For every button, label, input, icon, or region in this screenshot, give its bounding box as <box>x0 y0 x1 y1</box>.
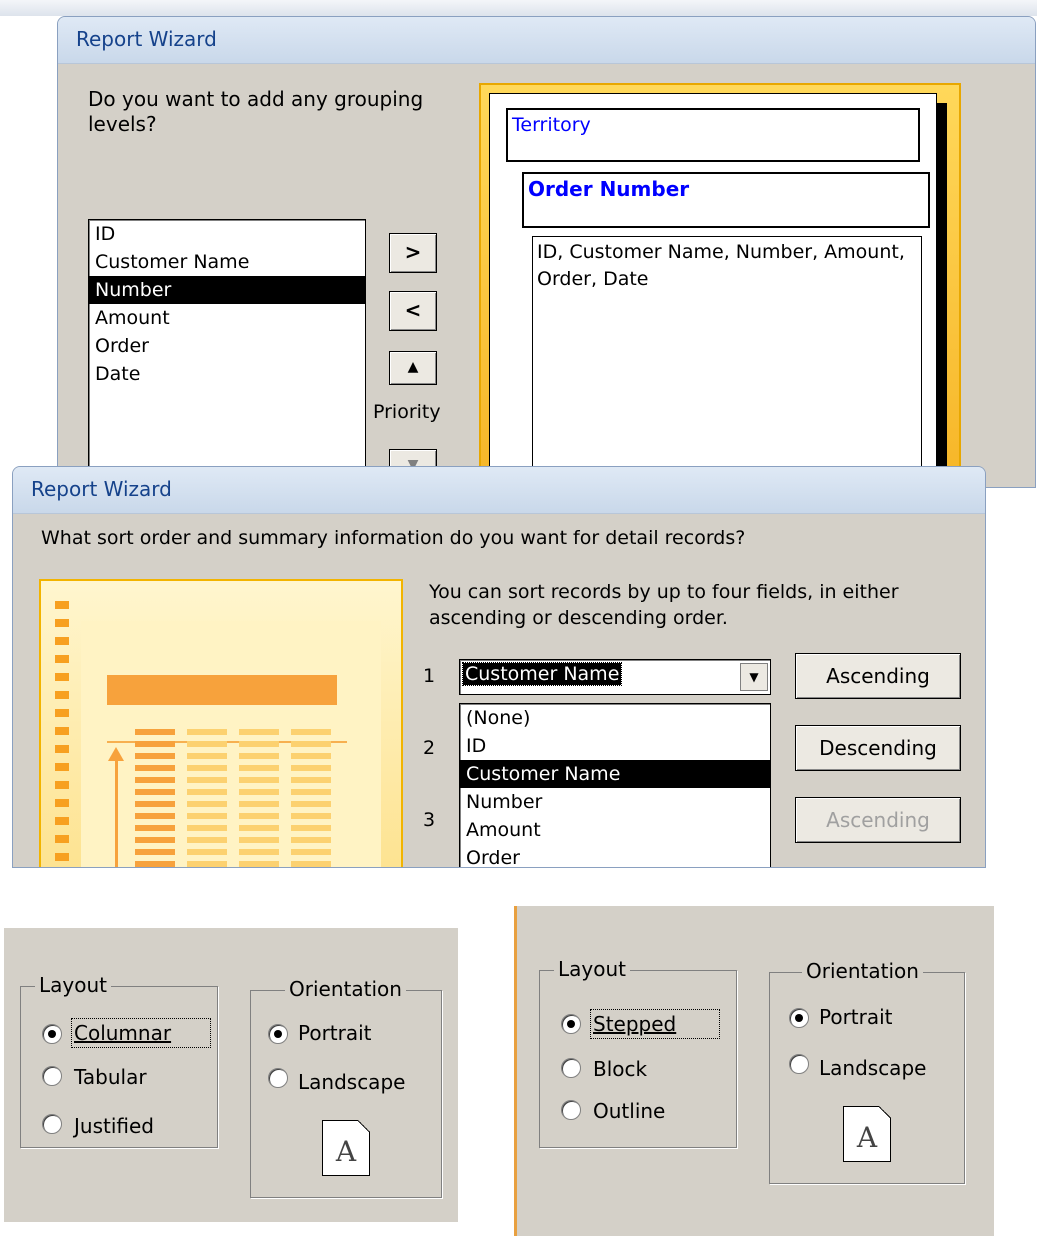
portrait-radio[interactable] <box>268 1024 288 1044</box>
portrait-label[interactable]: Portrait <box>298 1021 372 1045</box>
dropdown-option[interactable]: (None) <box>460 704 770 732</box>
block-label[interactable]: Block <box>593 1057 647 1081</box>
sort-1-ascending-button[interactable]: Ascending <box>795 653 961 699</box>
list-item-selected[interactable]: Number <box>89 276 365 304</box>
landscape-label[interactable]: Landscape <box>819 1056 926 1080</box>
dropdown-option[interactable]: Number <box>460 788 770 816</box>
orientation-legend: Orientation <box>285 977 406 1001</box>
portrait-page-icon: A <box>843 1106 891 1162</box>
layout-options-panel-1: Layout Columnar Tabular Justified Orient… <box>4 928 458 1222</box>
priority-up-button[interactable]: ▲ <box>389 351 437 385</box>
outline-label[interactable]: Outline <box>593 1099 665 1123</box>
dropdown-option[interactable]: Order <box>460 844 770 867</box>
list-item[interactable]: ID <box>89 220 365 248</box>
layout-legend: Layout <box>35 973 111 997</box>
layout-legend: Layout <box>554 957 630 981</box>
list-item[interactable]: Amount <box>89 304 365 332</box>
spiral-binding-icon <box>55 601 69 867</box>
sort-row-number: 2 <box>423 737 436 759</box>
sort-row-number: 3 <box>423 809 436 831</box>
preview-group2-label: Order Number <box>528 177 690 201</box>
stepped-radio[interactable] <box>561 1014 581 1034</box>
sort-wizard-dialog: Report Wizard What sort order and summar… <box>12 466 986 868</box>
portrait-label[interactable]: Portrait <box>819 1005 893 1029</box>
column-icon <box>239 729 279 867</box>
paper-icon <box>81 621 381 867</box>
dropdown-option[interactable]: Amount <box>460 816 770 844</box>
sort-question: What sort order and summary information … <box>41 527 746 549</box>
report-illustration <box>39 579 403 867</box>
sort-field-dropdown-list[interactable]: (None) ID Customer Name Number Amount Or… <box>459 703 771 867</box>
preview-detail-fields: ID, Customer Name, Number, Amount, Order… <box>537 241 905 290</box>
list-item[interactable]: Order <box>89 332 365 360</box>
sort-instruction: You can sort records by up to four field… <box>429 581 899 629</box>
sort-2-descending-button[interactable]: Descending <box>795 725 961 771</box>
option-text: Stepped <box>593 1012 677 1036</box>
preview-group-level-2: Order Number <box>522 172 930 228</box>
outline-radio[interactable] <box>561 1100 581 1120</box>
preview-group1-label: Territory <box>512 114 591 136</box>
landscape-radio[interactable] <box>268 1068 288 1088</box>
landscape-label[interactable]: Landscape <box>298 1070 405 1094</box>
stepped-label[interactable]: Stepped <box>590 1009 720 1039</box>
portrait-page-icon: A <box>322 1120 370 1176</box>
grouping-question: Do you want to add any grouping levels? <box>88 87 424 136</box>
preview-page: Territory Order Number ID, Customer Name… <box>489 93 937 487</box>
orientation-legend: Orientation <box>802 959 923 983</box>
dropdown-option[interactable]: ID <box>460 732 770 760</box>
block-radio[interactable] <box>561 1058 581 1078</box>
remove-group-button[interactable]: < <box>389 291 437 331</box>
portrait-radio[interactable] <box>789 1008 809 1028</box>
list-item[interactable]: Date <box>89 360 365 388</box>
sort-3-ascending-button[interactable]: Ascending <box>795 797 961 843</box>
priority-label: Priority <box>373 401 441 423</box>
landscape-radio[interactable] <box>789 1054 809 1074</box>
available-fields-list[interactable]: ID Customer Name Number Amount Order Dat… <box>88 219 366 487</box>
layout-options-panel-2: Layout Stepped Block Outline Orientation… <box>514 906 994 1236</box>
header-bar-icon <box>107 675 337 705</box>
justified-radio[interactable] <box>42 1114 62 1134</box>
arrow-head-icon <box>108 747 124 761</box>
tabular-radio[interactable] <box>42 1066 62 1086</box>
preview-detail-box: ID, Customer Name, Number, Amount, Order… <box>532 236 922 487</box>
sort-field-1-combobox[interactable]: Customer Name ▼ <box>459 659 771 695</box>
columnar-radio[interactable] <box>42 1024 62 1044</box>
preview-group-level-1: Territory <box>506 108 920 162</box>
dropdown-button[interactable]: ▼ <box>740 663 768 691</box>
column-icon <box>135 729 175 867</box>
sort-arrow-icon <box>115 759 118 867</box>
tabular-label[interactable]: Tabular <box>74 1065 147 1089</box>
arrow-up-icon: ▲ <box>407 359 419 375</box>
columnar-label[interactable]: Columnar <box>71 1018 211 1048</box>
sort-field-1-value: Customer Name <box>461 662 623 686</box>
chevron-down-icon: ▼ <box>749 670 759 684</box>
add-group-button[interactable]: > <box>389 233 437 273</box>
list-item[interactable]: Customer Name <box>89 248 365 276</box>
justified-label[interactable]: Justified <box>74 1114 154 1138</box>
grouping-preview: Territory Order Number ID, Customer Name… <box>479 83 961 487</box>
title-bar: Report Wizard <box>58 17 1035 64</box>
title-bar: Report Wizard <box>13 467 985 514</box>
column-icon <box>187 729 227 867</box>
background-window-strip <box>0 0 1037 16</box>
dropdown-option-selected[interactable]: Customer Name <box>460 760 770 788</box>
column-icon <box>291 729 331 867</box>
sort-row-number: 1 <box>423 665 436 687</box>
option-text: Columnar <box>74 1021 172 1045</box>
window-title: Report Wizard <box>76 27 217 51</box>
grouping-wizard-dialog: Report Wizard Do you want to add any gro… <box>57 16 1036 488</box>
window-title: Report Wizard <box>31 477 172 501</box>
